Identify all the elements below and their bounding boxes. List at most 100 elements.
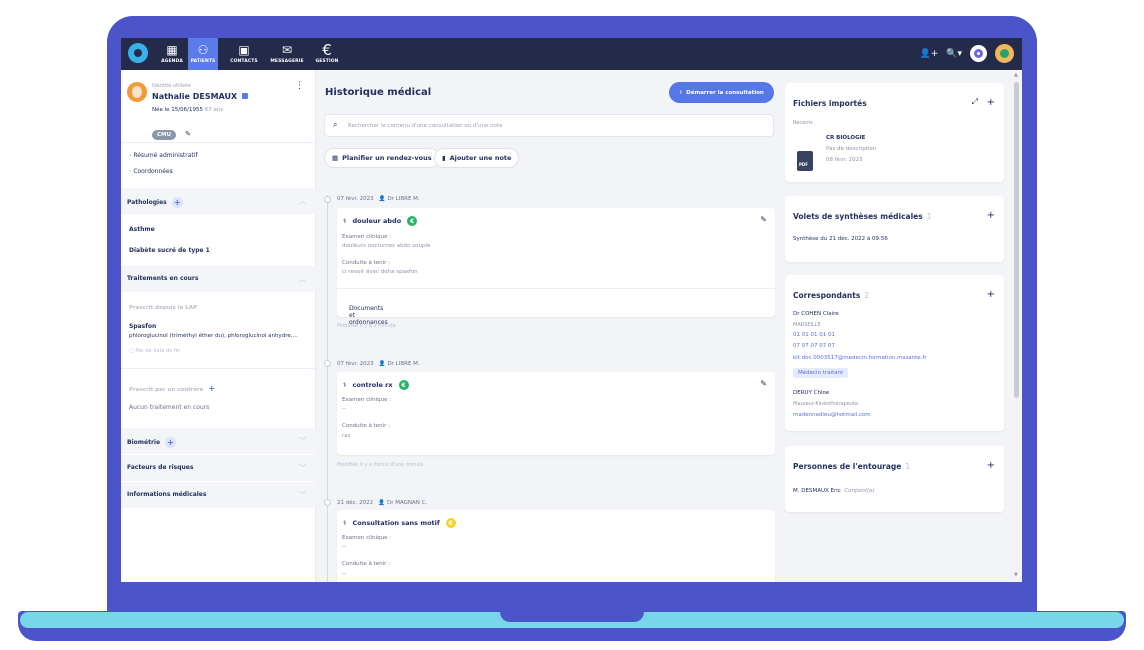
assistant-icon[interactable] bbox=[970, 45, 987, 62]
entourage-card: Personnes de l'entourage 1 + M. DESMAUX E… bbox=[785, 446, 1004, 512]
correspondants-card: Correspondants 2 + Dr COHEN Claire MARSEI… bbox=[785, 275, 1004, 431]
add-correspondant-button[interactable]: + bbox=[987, 289, 995, 300]
modified-text: Modifiée il y a 1 minute bbox=[337, 323, 396, 329]
scrollbar[interactable] bbox=[1014, 82, 1019, 398]
more-menu-icon[interactable]: ⋮ bbox=[295, 81, 304, 91]
documents-toggle[interactable]: › Documents et ordonnances 1 bbox=[337, 288, 775, 326]
drug-description: phloroglucinol (triméthyl éther du), phl… bbox=[129, 333, 298, 339]
synthese-item[interactable]: Synthèse du 21 déc. 2022 à 09:56 bbox=[793, 236, 888, 242]
cmu-badge: CMU bbox=[152, 130, 176, 140]
consultation-card[interactable]: ⚕ controle rx € ✎ Examen clinique : -- Con… bbox=[337, 372, 775, 455]
identity-label: Identité utilisée bbox=[152, 83, 191, 89]
nav-contacts[interactable]: ▣ CONTACTS bbox=[229, 38, 259, 70]
modified-text: Modifiée il y a moins d'une minute bbox=[337, 462, 424, 468]
patient-sidebar: Identité utilisée Nathalie DESMAUX Née l… bbox=[121, 70, 316, 582]
note-icon: ▮ bbox=[442, 154, 446, 162]
chevron-down-icon: ﹀ bbox=[299, 491, 306, 499]
link-coordonnees[interactable]: › Coordonnées bbox=[129, 168, 173, 175]
mail-icon: ✉ bbox=[281, 43, 293, 57]
entry-header: 07 févr. 2023 👤 Dr LIBRE M. bbox=[337, 196, 420, 202]
drug-name[interactable]: Spasfon bbox=[129, 323, 156, 330]
plan-appointment-button[interactable]: ▦ Planifier un rendez-vous bbox=[324, 148, 440, 168]
no-end-date: ▢ Pas de date de fin bbox=[129, 348, 181, 354]
divider bbox=[121, 368, 316, 369]
stethoscope-icon: ⚕ bbox=[679, 89, 683, 96]
edit-icon[interactable]: ✎ bbox=[760, 379, 767, 388]
chevron-down-icon: ﹀ bbox=[299, 464, 306, 472]
imported-files-title: Fichiers importés bbox=[793, 99, 867, 108]
doctor-icon: 👤 bbox=[378, 500, 386, 506]
section-pathologies[interactable]: Pathologies + ︿ bbox=[121, 188, 316, 214]
search-input[interactable]: ⌕ Rechercher le contenu d'une consultati… bbox=[324, 114, 774, 137]
pathology-item[interactable]: Asthme bbox=[129, 226, 155, 233]
add-pathology-button[interactable]: + bbox=[171, 197, 183, 208]
file-name[interactable]: CR BIOLOGIE bbox=[826, 135, 865, 141]
timeline-dot bbox=[324, 360, 331, 367]
entourage-person[interactable]: M. DESMAUX Eric Conjoint(e) bbox=[793, 488, 875, 494]
section-facteurs-risques[interactable]: Facteurs de risques ﹀ bbox=[121, 455, 316, 481]
chevron-up-icon: ︿ bbox=[299, 275, 306, 283]
add-note-button[interactable]: ▮ Ajouter une note bbox=[434, 148, 520, 168]
calendar-icon: ▦ bbox=[166, 43, 178, 57]
syntheses-card: Volets de synthèses médicales 1 + Synthès… bbox=[785, 196, 1004, 262]
euro-pending-icon: € bbox=[445, 518, 456, 528]
add-biometrie-button[interactable]: + bbox=[165, 437, 177, 448]
scroll-down-arrow[interactable]: ▼ bbox=[1014, 572, 1018, 578]
add-file-button[interactable]: + bbox=[987, 97, 995, 108]
app-logo[interactable] bbox=[128, 43, 148, 63]
medical-history-panel: Historique médical ⚕ Démarrer la consult… bbox=[317, 70, 783, 582]
add-entourage-button[interactable]: + bbox=[987, 460, 995, 471]
imported-files-card: Fichiers importés ⤢ + Récents PDF CR BIO… bbox=[785, 83, 1004, 182]
search-menu-icon[interactable]: 🔍▾ bbox=[946, 49, 962, 59]
chevron-up-icon: ︿ bbox=[299, 197, 306, 205]
edit-icon[interactable]: ✎ bbox=[760, 215, 767, 224]
nav-messagerie[interactable]: ✉ MESSAGERIE bbox=[270, 38, 304, 70]
nav-agenda[interactable]: ▦ AGENDA bbox=[159, 38, 185, 70]
syntheses-title: Volets de synthèses médicales 1 bbox=[793, 212, 932, 221]
scroll-up-arrow[interactable]: ▲ bbox=[1014, 72, 1018, 78]
add-synthese-button[interactable]: + bbox=[987, 210, 995, 221]
timeline-dot bbox=[324, 196, 331, 203]
entry-header: 07 févr. 2023 👤 Dr LIBRE M. bbox=[337, 361, 420, 367]
stethoscope-icon: ⚕ bbox=[343, 519, 347, 527]
correspondants-title: Correspondants 2 bbox=[793, 291, 870, 300]
nav-patients[interactable]: ⚇ PATIENTS bbox=[188, 38, 218, 70]
expand-icon[interactable]: ⤢ bbox=[972, 97, 978, 107]
user-avatar[interactable] bbox=[995, 44, 1014, 63]
patient-name[interactable]: Nathalie DESMAUX bbox=[152, 92, 248, 101]
nav-gestion[interactable]: € GESTION bbox=[314, 38, 340, 70]
contacts-icon: ▣ bbox=[238, 43, 250, 57]
top-right-actions: 👤+ 🔍▾ bbox=[920, 44, 1014, 63]
section-biometrie[interactable]: Biométrie + ﹀ bbox=[121, 428, 316, 454]
euro-paid-icon: € bbox=[407, 216, 418, 226]
stethoscope-icon: ⚕ bbox=[343, 381, 347, 389]
stethoscope-icon: ⚕ bbox=[343, 217, 347, 225]
link-resume-administratif[interactable]: › Résumé administratif bbox=[129, 152, 198, 159]
no-treatment-text: Aucun traitement en cours bbox=[129, 404, 210, 411]
edit-patient-icon[interactable]: ✎ bbox=[185, 130, 191, 138]
timeline-line bbox=[327, 195, 328, 582]
top-navigation-bar: ▦ AGENDA ⚇ PATIENTS ▣ CONTACTS ✉ MESSAGE… bbox=[121, 38, 1022, 70]
calendar-icon: ▦ bbox=[332, 154, 339, 162]
patients-icon: ⚇ bbox=[197, 43, 209, 57]
start-consultation-button[interactable]: ⚕ Démarrer la consultation bbox=[669, 82, 774, 103]
section-traitements[interactable]: Traitements en cours ︿ bbox=[121, 266, 316, 292]
pathology-item[interactable]: Diabète sucré de type 1 bbox=[129, 247, 210, 254]
entourage-title: Personnes de l'entourage 1 bbox=[793, 462, 911, 471]
search-icon: ⌕ bbox=[333, 120, 338, 129]
section-informations-medicales[interactable]: Informations médicales ﹀ bbox=[121, 482, 316, 508]
laptop-notch bbox=[500, 612, 644, 622]
medecin-traitant-badge: Médecin traitant bbox=[793, 368, 849, 378]
euro-icon: € bbox=[322, 41, 332, 59]
divider bbox=[121, 142, 316, 143]
doctor-icon: 👤 bbox=[378, 196, 386, 202]
add-user-icon[interactable]: 👤+ bbox=[920, 49, 939, 59]
patient-birth: Née le 15/06/1955 67 ans bbox=[152, 107, 224, 113]
consultation-card[interactable]: ⚕ douleur abdo € ✎ Examen clinique : doule… bbox=[337, 208, 775, 326]
doctor-icon: 👤 bbox=[378, 361, 386, 367]
patient-badges: CMU ✎ bbox=[152, 121, 191, 140]
pdf-file-icon[interactable]: PDF bbox=[797, 151, 813, 171]
add-treatment-button[interactable]: + bbox=[208, 384, 215, 393]
app-screen: ▦ AGENDA ⚇ PATIENTS ▣ CONTACTS ✉ MESSAGE… bbox=[121, 38, 1022, 582]
consultation-card[interactable]: ⚕ Consultation sans motif € Examen cliniqu… bbox=[337, 510, 775, 582]
